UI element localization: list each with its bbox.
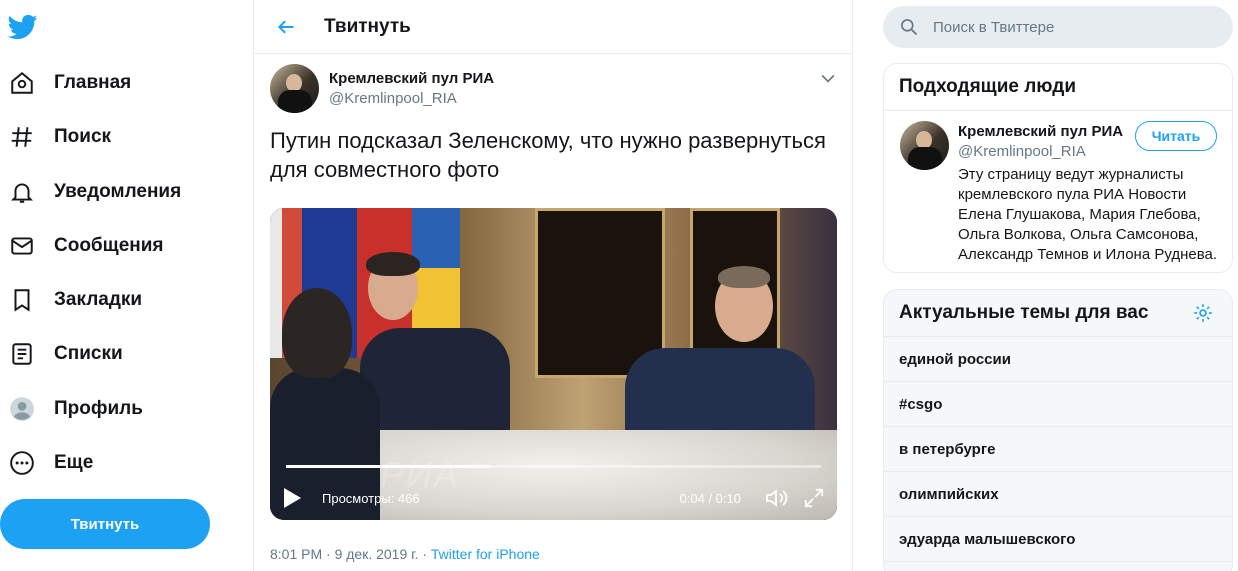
tweet-video[interactable]: РИА Просмотры: 466 0:04 / 0:10 bbox=[270, 208, 837, 520]
tweet-text: Путин подсказал Зеленскому, что нужно ра… bbox=[270, 128, 826, 182]
video-progress-bar[interactable] bbox=[286, 465, 821, 468]
main-header: Твитнуть bbox=[254, 0, 852, 54]
bookmark-icon bbox=[8, 286, 36, 314]
trends-card: Актуальные темы для вас единой россии #c… bbox=[883, 289, 1233, 571]
tweet-author: Кремлевский пул РИА @Kremlinpool_RIA bbox=[270, 64, 494, 113]
who-to-follow-title: Подходящие люди bbox=[884, 64, 1232, 111]
play-icon bbox=[284, 488, 301, 508]
gear-icon[interactable] bbox=[1192, 302, 1214, 324]
profile-icon bbox=[8, 395, 36, 423]
hashtag-icon bbox=[8, 123, 36, 151]
nav-item-explore[interactable]: Поиск bbox=[8, 117, 111, 157]
nav-item-home[interactable]: Главная bbox=[8, 63, 131, 103]
nav-item-more[interactable]: Еще bbox=[8, 443, 93, 483]
nav-label: Сообщения bbox=[54, 235, 164, 256]
back-button[interactable] bbox=[268, 9, 304, 45]
suggested-user[interactable]: Кремлевский пул РИА @Kremlinpool_RIA Чит… bbox=[884, 111, 1232, 271]
volume-button[interactable] bbox=[761, 483, 791, 513]
trend-item[interactable]: в петербурге bbox=[884, 427, 1232, 472]
author-handle[interactable]: @Kremlinpool_RIA bbox=[329, 90, 494, 107]
trend-item[interactable]: единой россии bbox=[884, 337, 1232, 382]
video-views: Просмотры: 466 bbox=[322, 490, 420, 506]
trends-title: Актуальные темы для вас bbox=[884, 290, 1232, 337]
chevron-down-icon[interactable] bbox=[818, 68, 838, 88]
nav-label: Еще bbox=[54, 452, 94, 473]
author-avatar[interactable] bbox=[270, 64, 319, 113]
nav-label: Списки bbox=[54, 343, 123, 364]
video-time: 0:04 / 0:10 bbox=[679, 490, 741, 506]
author-name[interactable]: Кремлевский пул РИА bbox=[329, 70, 494, 87]
tweet-timestamp[interactable]: 8:01 PM · 9 дек. 2019 г. · bbox=[270, 546, 431, 562]
trend-item[interactable]: #csgo bbox=[884, 382, 1232, 427]
home-icon bbox=[8, 69, 36, 97]
tweet-meta: 8:01 PM · 9 дек. 2019 г. · Twitter for i… bbox=[270, 546, 540, 562]
twitter-logo-icon[interactable] bbox=[8, 12, 38, 42]
trend-item[interactable]: олимпийских bbox=[884, 472, 1232, 517]
search-bar[interactable] bbox=[883, 6, 1233, 48]
tweet-source[interactable]: Twitter for iPhone bbox=[431, 546, 540, 562]
follow-button[interactable]: Читать bbox=[1135, 121, 1217, 151]
nav-label: Профиль bbox=[54, 398, 143, 419]
suggested-user-handle[interactable]: @Kremlinpool_RIA bbox=[958, 143, 1086, 160]
bell-icon bbox=[8, 178, 36, 206]
suggested-user-bio: Эту страницу ведут журналисты кремлевско… bbox=[958, 166, 1218, 263]
nav-label: Уведомления bbox=[54, 181, 182, 202]
expand-icon bbox=[804, 488, 824, 508]
arrow-left-icon bbox=[277, 19, 294, 34]
nav-label: Закладки bbox=[54, 289, 143, 310]
nav-item-messages[interactable]: Сообщения bbox=[8, 226, 164, 266]
main-column: Твитнуть Кремлевский пул РИА @Kremlinpoo… bbox=[253, 0, 853, 571]
who-to-follow-card: Подходящие люди Кремлевский пул РИА @Kre… bbox=[883, 63, 1233, 273]
search-input[interactable] bbox=[933, 18, 1213, 36]
more-icon bbox=[8, 449, 36, 477]
video-controls: Просмотры: 466 0:04 / 0:10 bbox=[270, 476, 837, 520]
play-button[interactable] bbox=[270, 476, 314, 520]
left-navigation: Главная Поиск Уведомления Сообщения Закл… bbox=[0, 0, 253, 571]
nav-item-notifications[interactable]: Уведомления bbox=[8, 172, 181, 212]
fullscreen-button[interactable] bbox=[799, 483, 829, 513]
suggested-user-name[interactable]: Кремлевский пул РИА bbox=[958, 123, 1123, 140]
nav-item-lists[interactable]: Списки bbox=[8, 334, 123, 374]
compose-tweet-button[interactable]: Твитнуть bbox=[0, 499, 210, 549]
nav-label: Поиск bbox=[54, 126, 112, 147]
trend-item[interactable]: эдуарда малышевского bbox=[884, 517, 1232, 562]
list-icon bbox=[8, 340, 36, 368]
nav-item-bookmarks[interactable]: Закладки bbox=[8, 280, 142, 320]
search-icon bbox=[901, 19, 918, 36]
suggested-user-avatar[interactable] bbox=[900, 121, 949, 170]
nav-label: Главная bbox=[54, 72, 132, 93]
page-title: Твитнуть bbox=[324, 15, 411, 37]
nav-item-profile[interactable]: Профиль bbox=[8, 389, 143, 429]
speaker-icon bbox=[766, 489, 788, 507]
envelope-icon bbox=[8, 232, 36, 260]
